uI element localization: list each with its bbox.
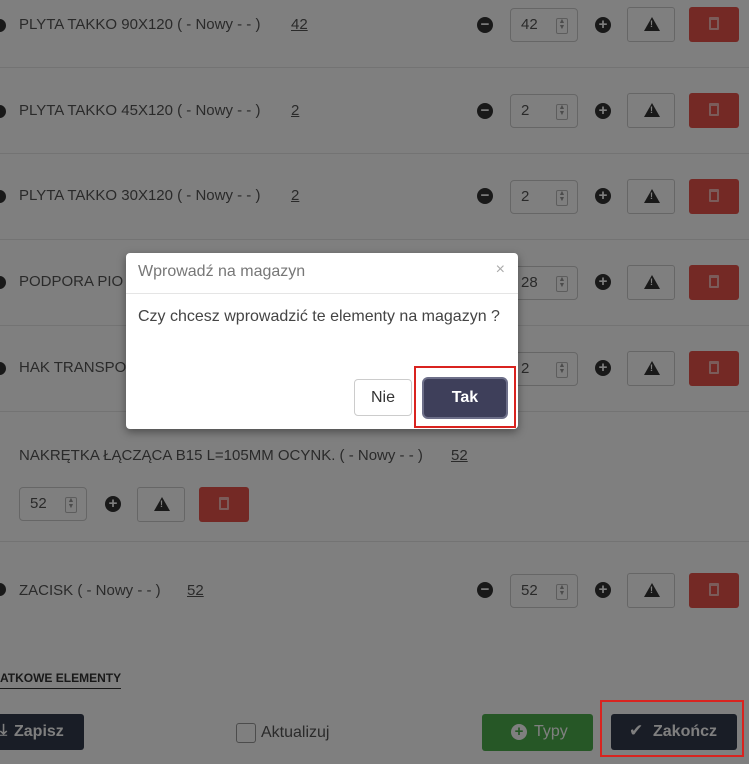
highlight-box xyxy=(600,700,744,757)
dialog-message: Czy chcesz wprowadzić te elementy na mag… xyxy=(138,308,500,325)
no-button[interactable]: Nie xyxy=(354,379,412,416)
highlight-box xyxy=(414,366,516,428)
close-icon[interactable]: × xyxy=(496,261,505,279)
dialog-title: Wprowadź na magazyn xyxy=(138,263,306,280)
dialog-divider xyxy=(126,293,518,294)
